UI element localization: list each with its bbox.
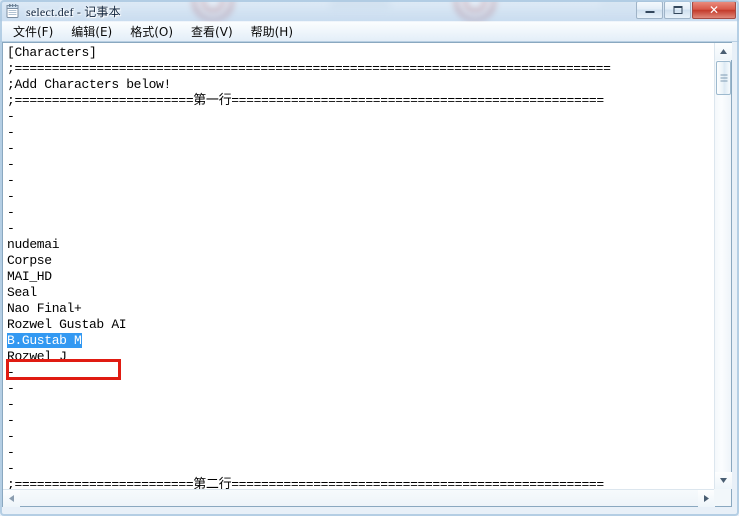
menu-item-view[interactable]: 查看(V) (182, 21, 242, 43)
scroll-up-arrow-icon[interactable] (715, 43, 732, 60)
text-line: - (7, 189, 15, 204)
text-line: - (7, 157, 15, 172)
minimize-icon (645, 10, 654, 13)
text-line: Rozwel Gustab AI (7, 317, 127, 332)
scroll-right-arrow-icon[interactable] (698, 490, 715, 507)
edit-frame: [Characters] ;===========================… (2, 42, 732, 507)
close-icon: ✕ (708, 3, 720, 17)
menu-bar: 文件(F) 编辑(E) 格式(O) 查看(V) 帮助(H) (0, 22, 739, 42)
menu-item-format[interactable]: 格式(O) (121, 21, 182, 43)
text-line: - (7, 221, 15, 236)
text-line: ;========================第二行============… (7, 477, 604, 489)
menu-item-help[interactable]: 帮助(H) (242, 21, 302, 43)
minimize-button[interactable] (636, 1, 663, 19)
text-line: Nao Final+ (7, 301, 82, 316)
scroll-down-arrow-icon[interactable] (715, 472, 732, 489)
window-controls: ✕ (636, 1, 736, 19)
text-line: ;========================第一行============… (7, 93, 604, 108)
notepad-window: select.def - 记事本 ✕ 文件(F) 编辑(E) 格式(O) 查看(… (0, 0, 739, 516)
text-line: ;=======================================… (7, 61, 611, 76)
text-line: - (7, 365, 15, 380)
text-line: - (7, 461, 15, 476)
close-button[interactable]: ✕ (692, 1, 736, 19)
text-line: Seal (7, 285, 37, 300)
text-line: - (7, 141, 15, 156)
text-line: ;Add Characters below! (7, 77, 171, 92)
text-line: - (7, 429, 15, 444)
window-title: select.def - 记事本 (26, 5, 121, 19)
scroll-left-arrow-icon[interactable] (3, 490, 20, 507)
text-line: - (7, 173, 15, 188)
text-line: - (7, 397, 15, 412)
scrollbar-corner (714, 489, 731, 506)
text-line: - (7, 413, 15, 428)
text-line: nudemai (7, 237, 60, 252)
text-line: Rozwel J (7, 349, 67, 364)
text-line: - (7, 125, 15, 140)
text-line: [Characters] (7, 45, 97, 60)
notepad-icon (5, 3, 21, 19)
selected-text: B.Gustab M (7, 333, 82, 348)
maximize-button[interactable] (664, 1, 691, 19)
text-line: B.Gustab M (7, 333, 715, 349)
vertical-scrollbar-thumb[interactable] (716, 61, 731, 95)
menu-item-edit[interactable]: 编辑(E) (62, 21, 121, 43)
text-line: - (7, 109, 15, 124)
text-line: MAI_HD (7, 269, 52, 284)
vertical-scrollbar[interactable] (714, 43, 732, 489)
maximize-icon (673, 6, 682, 14)
scrollbar-grip-icon (720, 74, 727, 82)
text-lines: [Characters] ;===========================… (7, 45, 715, 489)
menu-item-file[interactable]: 文件(F) (4, 21, 62, 43)
text-editor[interactable]: [Characters] ;===========================… (3, 43, 715, 489)
text-line: Corpse (7, 253, 52, 268)
text-line: - (7, 205, 15, 220)
text-line: - (7, 445, 15, 460)
client-area: [Characters] ;===========================… (0, 42, 739, 516)
title-bar[interactable]: select.def - 记事本 ✕ (0, 0, 739, 22)
horizontal-scrollbar[interactable] (3, 489, 715, 507)
text-line: - (7, 381, 15, 396)
